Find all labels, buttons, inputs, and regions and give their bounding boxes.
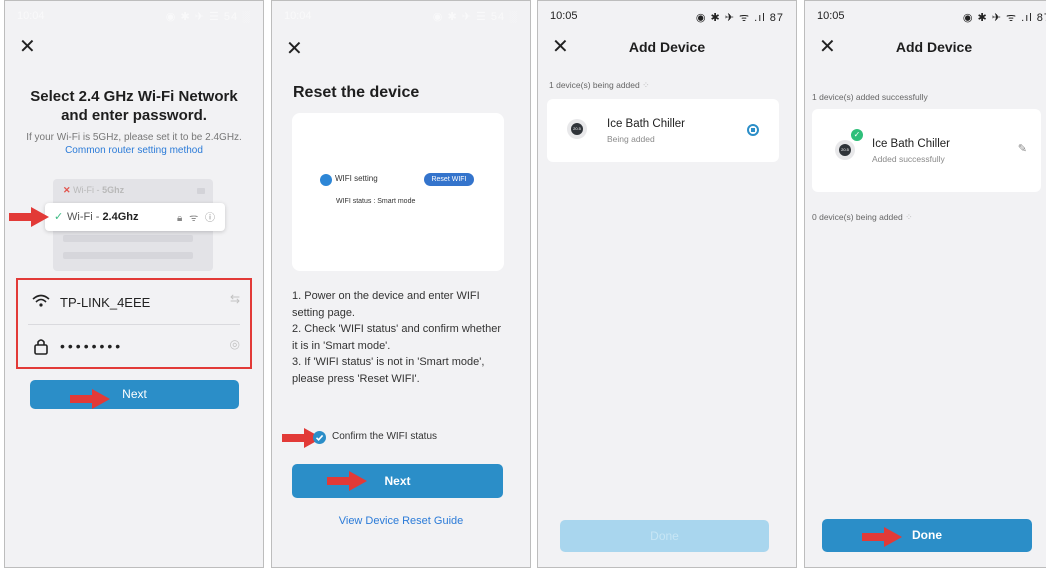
wifi-5g-row: ✕ Wi-Fi - 5Ghz: [63, 185, 124, 196]
lock-wifi-info-icons: 🔒︎ ᯤ ⓘ: [176, 213, 217, 224]
device-temp: 20.5: [571, 123, 583, 135]
next-button[interactable]: Next: [292, 464, 503, 498]
check-icon: [315, 434, 324, 441]
red-arrow-icon: [9, 207, 49, 227]
status-icons: ◉ ✱ ✈ ᯤ .ıl 87: [962, 12, 1046, 24]
status-bar: 10:04 ◉ ✱ ✈ ☰ 54 ░: [5, 1, 263, 27]
lock-icon: [34, 339, 48, 355]
status-bar: 10:04 ◉ ✱ ✈ ☰ 54 ░: [272, 1, 530, 27]
wifi-24g-row: ✓ Wi-Fi - 2.4Ghz 🔒︎ ᯤ ⓘ: [45, 203, 225, 231]
status-time: 10:04: [17, 10, 45, 22]
wifi-status-label: WIFI status : Smart mode: [336, 198, 416, 205]
check-icon: ✓: [54, 211, 64, 223]
step-item: 3. If 'WIFI status' is not in 'Smart mod…: [292, 356, 485, 385]
device-icon: 20.5: [567, 119, 587, 139]
wifi-24g-band: 2.4Ghz: [102, 211, 139, 223]
reset-wifi-illustration-button: Reset WIFI: [424, 173, 474, 186]
section-pending-label: 0 device(s) being added: [812, 212, 903, 222]
edit-icon[interactable]: ✎: [1018, 142, 1027, 155]
wifi-setting-icon: [320, 174, 332, 186]
wifi-icon: [32, 294, 50, 307]
placeholder-bar: [63, 252, 193, 259]
status-time: 10:05: [550, 10, 578, 22]
reset-guide-link[interactable]: View Device Reset Guide: [272, 515, 530, 527]
status-bar: 10:05 ◉ ✱ ✈ ᯤ .ıl 87: [805, 1, 1046, 27]
status-bar: 10:05 ◉ ✱ ✈ ᯤ .ıl 87: [538, 1, 796, 27]
section-pending: 0 device(s) being added ⁘: [812, 212, 913, 223]
wifi-hint-text: If your Wi-Fi is 5GHz, please set it to …: [26, 132, 242, 143]
wifi-5g-band: 5Ghz: [102, 185, 125, 195]
password-value: ••••••••: [60, 338, 124, 354]
done-button[interactable]: Done: [822, 519, 1032, 552]
spinner-icon: ⁘: [905, 212, 913, 222]
switch-network-icon[interactable]: ⇆: [230, 292, 240, 306]
loading-icon: [747, 124, 759, 136]
page-title: Reset the device: [293, 84, 420, 101]
next-button[interactable]: Next: [30, 380, 239, 409]
password-field[interactable]: •••••••• ◎: [28, 325, 240, 369]
section-adding: 1 device(s) being added ⁘: [549, 80, 650, 91]
device-card[interactable]: 20.5 Ice Bath Chiller Being added: [547, 99, 779, 162]
status-icons: ◉ ✱ ✈ ᯤ .ıl 87: [695, 12, 784, 24]
device-added-screen: 10:05 ◉ ✱ ✈ ᯤ .ıl 87 ✕ Add Device 1 devi…: [804, 0, 1046, 568]
device-temp: 20.5: [839, 144, 851, 156]
reset-device-screen: 10:04 ◉ ✱ ✈ ☰ 54 ░ ✕ Reset the device WI…: [271, 0, 531, 568]
red-arrow-icon: [862, 527, 902, 547]
eye-icon[interactable]: ◎: [230, 337, 240, 351]
adding-device-screen: 10:05 ◉ ✱ ✈ ᯤ .ıl 87 ✕ Add Device 1 devi…: [537, 0, 797, 568]
confirm-checkbox[interactable]: [313, 431, 326, 444]
device-status: Being added: [607, 134, 655, 144]
step-item: 2. Check 'WIFI status' and confirm wheth…: [292, 323, 501, 352]
router-setting-link[interactable]: Common router setting method: [65, 145, 203, 156]
done-button[interactable]: Done: [560, 520, 769, 552]
wifi-5g-placeholder: [197, 188, 205, 194]
section-adding-label: 1 device(s) being added: [549, 80, 640, 90]
ssid-field[interactable]: TP-LINK_4EEE ⇆: [28, 280, 240, 325]
device-status: Added successfully: [872, 154, 945, 164]
ssid-value: TP-LINK_4EEE: [60, 295, 151, 310]
wifi-24g-prefix: Wi-Fi -: [67, 211, 103, 223]
placeholder-bar: [63, 235, 193, 242]
success-check-icon: ✓: [851, 129, 863, 141]
wifi-hint: If your Wi-Fi is 5GHz, please set it to …: [23, 131, 245, 157]
wifi-setting-label: WIFI setting: [335, 174, 378, 183]
cross-icon: ✕: [63, 185, 71, 195]
reset-illustration: WIFI setting Reset WIFI WIFI status : Sm…: [292, 113, 504, 271]
red-arrow-icon: [70, 389, 110, 409]
status-icons: ◉ ✱ ✈ ☰ 54 ░: [165, 11, 251, 23]
page-title: Add Device: [628, 39, 706, 55]
status-icons: ◉ ✱ ✈ ☰ 54 ░: [432, 11, 518, 23]
device-name: Ice Bath Chiller: [872, 138, 950, 150]
device-card[interactable]: 20.5 ✓ Ice Bath Chiller Added successful…: [812, 109, 1041, 192]
device-name: Ice Bath Chiller: [607, 118, 685, 130]
page-title: Select 2.4 GHz Wi-Fi Network and enter p…: [30, 88, 238, 124]
confirm-label[interactable]: Confirm the WIFI status: [332, 431, 437, 442]
status-time: 10:05: [817, 10, 845, 22]
close-icon[interactable]: ✕: [19, 37, 36, 57]
page-title: Add Device: [895, 39, 973, 55]
wifi-5g-prefix: Wi-Fi -: [73, 185, 103, 195]
credentials-box: TP-LINK_4EEE ⇆ •••••••• ◎: [16, 278, 252, 369]
instruction-steps: 1. Power on the device and enter WIFI se…: [292, 288, 508, 387]
status-time: 10:04: [284, 10, 312, 22]
red-arrow-icon: [327, 471, 367, 491]
wifi-select-screen: 10:04 ◉ ✱ ✈ ☰ 54 ░ ✕ Select 2.4 GHz Wi-F…: [4, 0, 264, 568]
spinner-icon: ⁘: [642, 80, 650, 90]
close-icon[interactable]: ✕: [286, 39, 303, 59]
section-success: 1 device(s) added successfully: [812, 92, 928, 102]
device-icon: 20.5: [835, 140, 855, 160]
step-item: 1. Power on the device and enter WIFI se…: [292, 290, 480, 319]
wifi-24g-label: Wi-Fi - 2.4Ghz: [67, 211, 139, 223]
